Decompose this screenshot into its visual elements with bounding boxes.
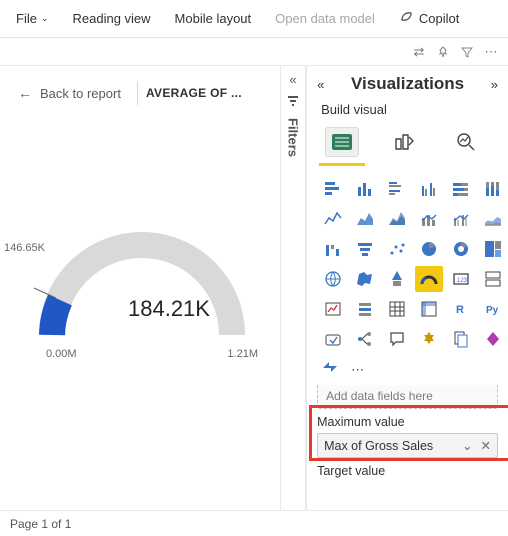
- expand-pane-icon[interactable]: »: [491, 77, 498, 92]
- visual-title: AVERAGE OF ...: [146, 86, 242, 100]
- viz-smart-narrative[interactable]: [415, 326, 443, 352]
- viz-stacked-column[interactable]: [351, 176, 379, 202]
- gauge-visual[interactable]: 146.65K 184.21K 0.00M 1.21M: [10, 180, 270, 363]
- svg-text:123: 123: [457, 278, 468, 284]
- filters-pane-collapsed[interactable]: « Filters: [280, 66, 306, 510]
- maximum-value-label: Maximum value: [317, 415, 498, 429]
- viz-gauge[interactable]: [415, 266, 443, 292]
- back-label: Back to report: [40, 86, 121, 101]
- chevron-down-icon: ⌄: [41, 13, 49, 24]
- target-value-label: Target value: [317, 464, 498, 478]
- viz-line[interactable]: [319, 206, 347, 232]
- menu-open-data-model: Open data model: [265, 5, 385, 32]
- visualizations-pane: « Visualizations » Build visual: [306, 66, 508, 510]
- viz-funnel[interactable]: [351, 236, 379, 262]
- gauge-svg: [10, 180, 270, 360]
- drill-icon[interactable]: ⇄: [412, 45, 426, 59]
- expand-filters-icon[interactable]: «: [289, 72, 296, 87]
- pane-subtitle: Build visual: [307, 102, 508, 123]
- gauge-min: 0.00M: [46, 348, 77, 360]
- visual-header: ⇄ ⋯: [0, 38, 508, 66]
- field-wells: Add data fields here Maximum value Max o…: [307, 385, 508, 492]
- top-menubar: File ⌄ Reading view Mobile layout Open d…: [0, 0, 508, 38]
- build-visual-tab[interactable]: [325, 127, 359, 157]
- copilot-icon: [399, 9, 415, 28]
- viz-pie[interactable]: [415, 236, 443, 262]
- viz-map[interactable]: [319, 266, 347, 292]
- viz-area[interactable]: [351, 206, 379, 232]
- viz-qna[interactable]: [383, 326, 411, 352]
- collapse-pane-icon[interactable]: «: [317, 77, 324, 92]
- more-visuals-icon[interactable]: ⋯: [351, 362, 364, 378]
- viz-decomposition-tree[interactable]: [351, 326, 379, 352]
- viz-matrix[interactable]: [415, 296, 443, 322]
- viz-table[interactable]: [383, 296, 411, 322]
- analytics-tab[interactable]: [449, 127, 483, 157]
- field-dropdown-icon[interactable]: ⌄: [462, 438, 472, 453]
- gauge-marker-label: 146.65K: [4, 242, 45, 254]
- back-arrow-icon: ←: [18, 85, 32, 101]
- viz-slicer[interactable]: [351, 296, 379, 322]
- viz-100-stacked-column[interactable]: [479, 176, 507, 202]
- viz-100-stacked-bar[interactable]: [447, 176, 475, 202]
- pin-icon[interactable]: [436, 45, 450, 59]
- filter-icon[interactable]: [460, 45, 474, 59]
- viz-scatter[interactable]: [383, 236, 411, 262]
- tab-underline: [319, 163, 365, 166]
- gauge-max: 1.21M: [227, 348, 258, 360]
- viz-clustered-column[interactable]: [415, 176, 443, 202]
- viz-filled-map[interactable]: [351, 266, 379, 292]
- maximum-value-field-text: Max of Gross Sales: [324, 439, 433, 453]
- viz-multi-row-card[interactable]: [479, 266, 507, 292]
- value-well-placeholder[interactable]: Add data fields here: [317, 385, 498, 409]
- viz-clustered-bar[interactable]: [383, 176, 411, 202]
- menu-file[interactable]: File ⌄: [6, 5, 59, 32]
- viz-paginated-report[interactable]: [447, 326, 475, 352]
- menu-mobile-layout-label: Mobile layout: [175, 11, 252, 26]
- format-visual-tab[interactable]: [387, 127, 421, 157]
- viz-python-visual[interactable]: Py: [479, 296, 507, 322]
- viz-power-automate[interactable]: [321, 360, 341, 379]
- viz-treemap[interactable]: [479, 236, 507, 262]
- menu-mobile-layout[interactable]: Mobile layout: [165, 5, 262, 32]
- menu-reading-view[interactable]: Reading view: [63, 5, 161, 32]
- divider: [137, 81, 138, 105]
- status-bar: Page 1 of 1: [0, 510, 508, 536]
- viz-ribbon[interactable]: [479, 206, 507, 232]
- back-to-report[interactable]: ← Back to report: [10, 85, 129, 101]
- menu-copilot[interactable]: Copilot: [389, 3, 469, 34]
- pane-title: Visualizations: [351, 74, 464, 94]
- maximum-value-field[interactable]: Max of Gross Sales ⌄ ✕: [317, 433, 498, 458]
- visual-type-grid: 123 R Py: [307, 172, 508, 356]
- viz-kpi[interactable]: [319, 296, 347, 322]
- menu-file-label: File: [16, 11, 37, 26]
- viz-azure-map[interactable]: [383, 266, 411, 292]
- more-options-icon[interactable]: ⋯: [484, 45, 498, 59]
- filters-label: Filters: [286, 116, 301, 157]
- viz-power-apps[interactable]: [479, 326, 507, 352]
- svg-text:R: R: [456, 304, 464, 316]
- report-canvas: ← Back to report AVERAGE OF ... 146.65K …: [0, 66, 280, 510]
- page-indicator: Page 1 of 1: [10, 517, 71, 531]
- menu-reading-view-label: Reading view: [73, 11, 151, 26]
- viz-waterfall[interactable]: [319, 236, 347, 262]
- filters-funnel-icon: [286, 93, 300, 110]
- viz-stacked-area[interactable]: [383, 206, 411, 232]
- menu-copilot-label: Copilot: [419, 11, 459, 26]
- viz-line-stacked-column[interactable]: [415, 206, 443, 232]
- viz-card[interactable]: 123: [447, 266, 475, 292]
- gauge-value: 184.21K: [128, 296, 210, 322]
- svg-text:Py: Py: [486, 305, 499, 316]
- field-remove-icon[interactable]: ✕: [481, 438, 491, 453]
- viz-r-visual[interactable]: R: [447, 296, 475, 322]
- viz-stacked-bar[interactable]: [319, 176, 347, 202]
- viz-key-influencers[interactable]: [319, 326, 347, 352]
- viz-line-clustered-column[interactable]: [447, 206, 475, 232]
- viz-donut[interactable]: [447, 236, 475, 262]
- menu-open-data-model-label: Open data model: [275, 11, 375, 26]
